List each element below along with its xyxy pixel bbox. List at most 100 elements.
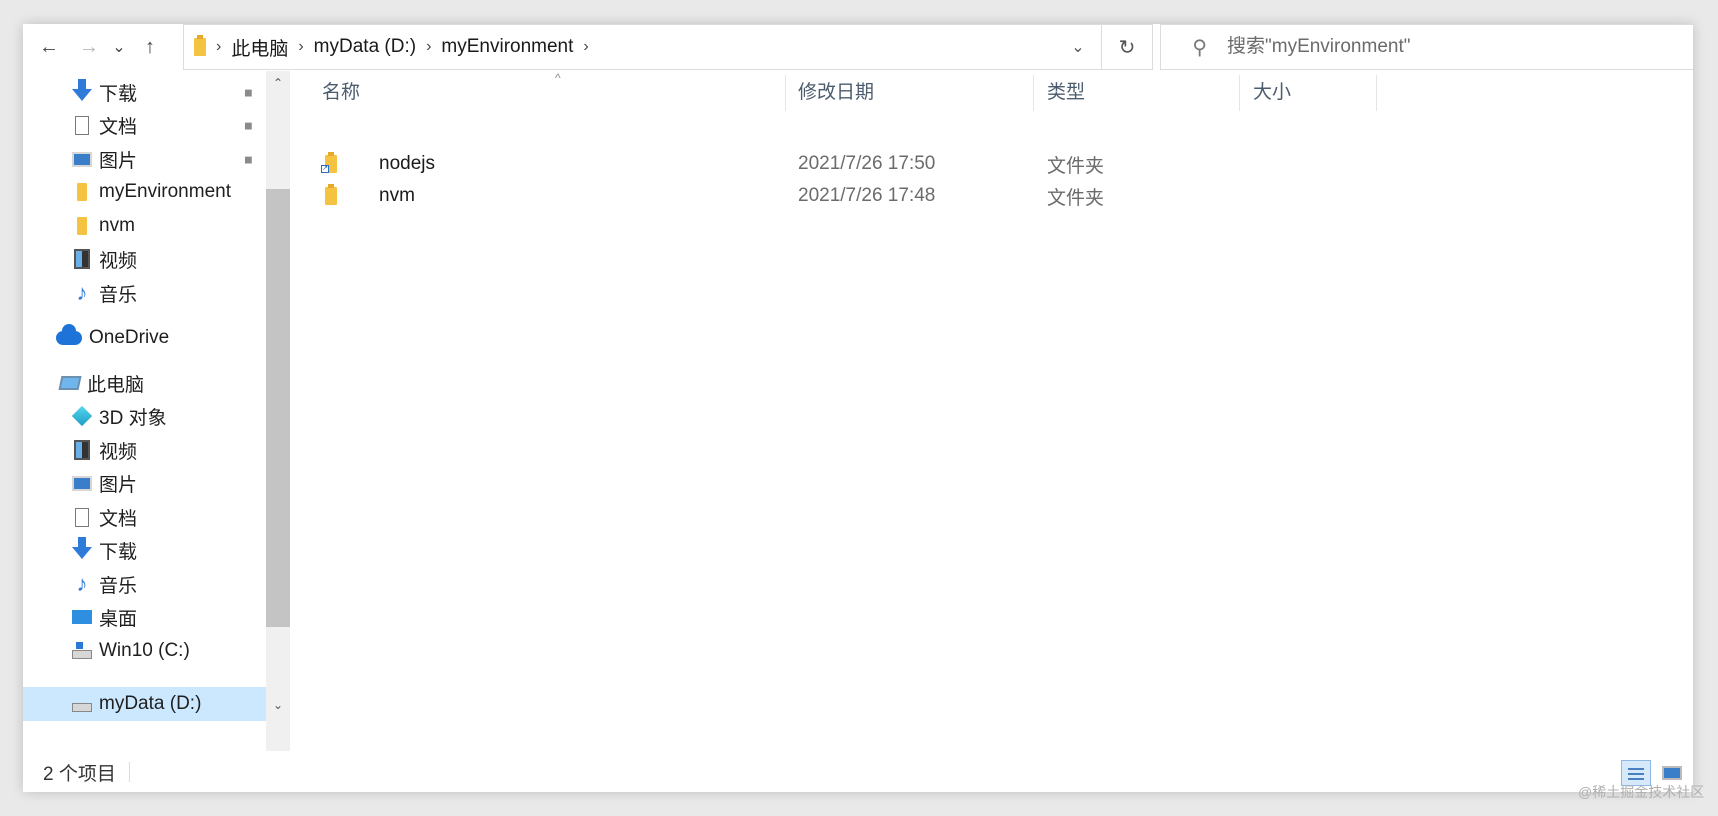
folder-icon xyxy=(71,215,93,237)
column-header-name[interactable]: 名称 xyxy=(322,71,722,109)
breadcrumb-separator-icon[interactable]: › xyxy=(583,38,588,56)
column-header-label: 大小 xyxy=(1253,81,1292,103)
scroll-down-button[interactable]: ⌄ xyxy=(266,693,290,717)
forward-button[interactable]: → xyxy=(75,32,103,62)
pin-icon: ⬥ xyxy=(240,149,259,168)
nav-item-label: 3D 对象 xyxy=(99,407,167,429)
nav-scrollbar-thumb[interactable] xyxy=(266,189,290,627)
folder-shortcut-icon: ↗ xyxy=(321,152,341,173)
nav-item-drive-d[interactable]: myData (D:) xyxy=(23,687,266,721)
pin-icon: ⬥ xyxy=(240,82,259,101)
back-button[interactable]: ← xyxy=(35,32,63,62)
nav-item-label: 图片 xyxy=(99,150,138,172)
breadcrumb-separator-icon[interactable]: › xyxy=(426,38,431,56)
nav-item-label: OneDrive xyxy=(89,327,170,348)
item-count: 2 个项目 xyxy=(43,763,116,785)
back-arrow-icon: ← xyxy=(39,35,59,58)
recent-locations-button[interactable]: ⌄ xyxy=(109,32,129,62)
file-name: nvm xyxy=(379,185,415,206)
column-divider[interactable] xyxy=(1033,75,1034,111)
breadcrumb-separator-icon: › xyxy=(216,38,222,55)
file-name: nodejs xyxy=(379,153,435,174)
nav-item-label: 桌面 xyxy=(99,608,138,630)
video-icon xyxy=(71,439,93,461)
download-icon xyxy=(71,537,93,561)
nav-item-label: nvm xyxy=(99,215,135,236)
chevron-down-icon: ⌄ xyxy=(1071,39,1085,56)
column-header-label: 修改日期 xyxy=(798,81,875,103)
folder-icon xyxy=(323,184,341,205)
column-header-label: 名称 xyxy=(322,81,361,103)
pictures-icon xyxy=(71,148,93,170)
column-divider[interactable] xyxy=(785,75,786,111)
breadcrumb-separator-icon[interactable]: › xyxy=(298,38,303,56)
document-icon xyxy=(71,114,93,136)
file-row-nodejs[interactable]: ↗ nodejs 2021/7/26 17:50 文件夹 xyxy=(291,149,1291,179)
refresh-button[interactable]: ↻ xyxy=(1101,25,1152,69)
breadcrumb-this-pc[interactable]: 此电脑 xyxy=(231,34,288,61)
nav-item-label: myData (D:) xyxy=(99,693,202,714)
music-icon: ♪ xyxy=(76,280,88,305)
column-header-size[interactable]: 大小 xyxy=(1253,71,1373,109)
up-button[interactable]: ↑ xyxy=(136,32,164,62)
nav-item-onedrive[interactable]: OneDrive xyxy=(55,321,295,355)
refresh-icon: ↻ xyxy=(1118,36,1136,59)
file-row-nvm[interactable]: nvm 2021/7/26 17:48 文件夹 xyxy=(291,181,1291,211)
drive-icon xyxy=(71,693,93,715)
nav-item-label: 下载 xyxy=(99,541,138,563)
forward-arrow-icon: → xyxy=(79,35,99,58)
nav-item-label: 图片 xyxy=(99,474,138,496)
file-explorer-window: ← → ⌄ ↑ › 此电脑 › myData (D:) › myEnvironm… xyxy=(23,24,1693,792)
onedrive-cloud-icon xyxy=(55,324,83,349)
column-header-label: 类型 xyxy=(1047,81,1086,103)
3d-objects-icon xyxy=(71,405,93,427)
computer-icon xyxy=(58,372,82,394)
navigation-bar: ← → ⌄ ↑ › 此电脑 › myData (D:) › myEnvironm… xyxy=(23,24,1693,70)
nav-item-label: 音乐 xyxy=(99,575,138,597)
folder-icon xyxy=(194,35,206,56)
search-icon: ⚲ xyxy=(1192,36,1207,59)
column-header-type[interactable]: 类型 xyxy=(1047,71,1237,109)
column-divider[interactable] xyxy=(1239,75,1240,111)
nav-item-label: 视频 xyxy=(99,441,138,463)
file-date: 2021/7/26 17:50 xyxy=(798,153,936,174)
navigation-pane: 下载 ⬥ 文档 ⬥ 图片 ⬥ myEnvironment nvm 视频 ♪ 音乐 xyxy=(23,71,291,751)
breadcrumb-myenvironment[interactable]: myEnvironment xyxy=(441,36,573,58)
nav-item-label: 文档 xyxy=(99,508,138,530)
breadcrumb-mydata[interactable]: myData (D:) xyxy=(314,36,416,58)
file-type: 文件夹 xyxy=(1047,155,1105,177)
nav-item-label: 下载 xyxy=(99,83,138,105)
document-icon xyxy=(71,506,93,528)
pin-icon: ⬥ xyxy=(240,115,259,134)
search-input[interactable] xyxy=(1225,35,1669,59)
video-icon xyxy=(71,248,93,270)
address-bar[interactable]: › 此电脑 › myData (D:) › myEnvironment › ⌄ … xyxy=(183,24,1153,70)
file-list-pane: ^ 名称 修改日期 类型 大小 ↗ nodejs 2021/7/26 17:50… xyxy=(291,71,1693,751)
column-divider[interactable] xyxy=(1376,75,1377,111)
pictures-icon xyxy=(71,472,93,494)
system-drive-icon xyxy=(71,640,93,662)
nav-item-this-pc[interactable]: 此电脑 xyxy=(58,366,299,400)
scroll-up-button[interactable]: ⌃ xyxy=(266,71,290,95)
address-history-dropdown[interactable]: ⌄ xyxy=(1056,25,1100,69)
up-arrow-icon: ↑ xyxy=(145,35,155,58)
file-date: 2021/7/26 17:48 xyxy=(798,185,936,206)
column-header-date[interactable]: 修改日期 xyxy=(798,71,1013,109)
folder-icon xyxy=(71,181,93,203)
nav-item-label: Win10 (C:) xyxy=(99,640,190,661)
search-box[interactable]: ⚲ xyxy=(1160,24,1693,70)
music-icon: ♪ xyxy=(76,571,88,596)
status-bar: 2 个项目 xyxy=(23,752,1693,792)
status-divider xyxy=(129,762,130,782)
chevron-down-icon: ⌄ xyxy=(112,39,126,56)
nav-item-label: 文档 xyxy=(99,116,138,138)
watermark: @稀土掘金技术社区 xyxy=(1578,784,1705,800)
nav-item-label: 此电脑 xyxy=(87,374,145,396)
desktop-icon xyxy=(71,606,93,628)
file-type: 文件夹 xyxy=(1047,187,1105,209)
chevron-up-icon: ⌃ xyxy=(272,76,284,90)
nav-item-label: 视频 xyxy=(99,250,138,272)
download-icon xyxy=(71,79,93,103)
chevron-down-icon: ⌄ xyxy=(272,698,284,712)
nav-item-label: 音乐 xyxy=(99,284,138,306)
